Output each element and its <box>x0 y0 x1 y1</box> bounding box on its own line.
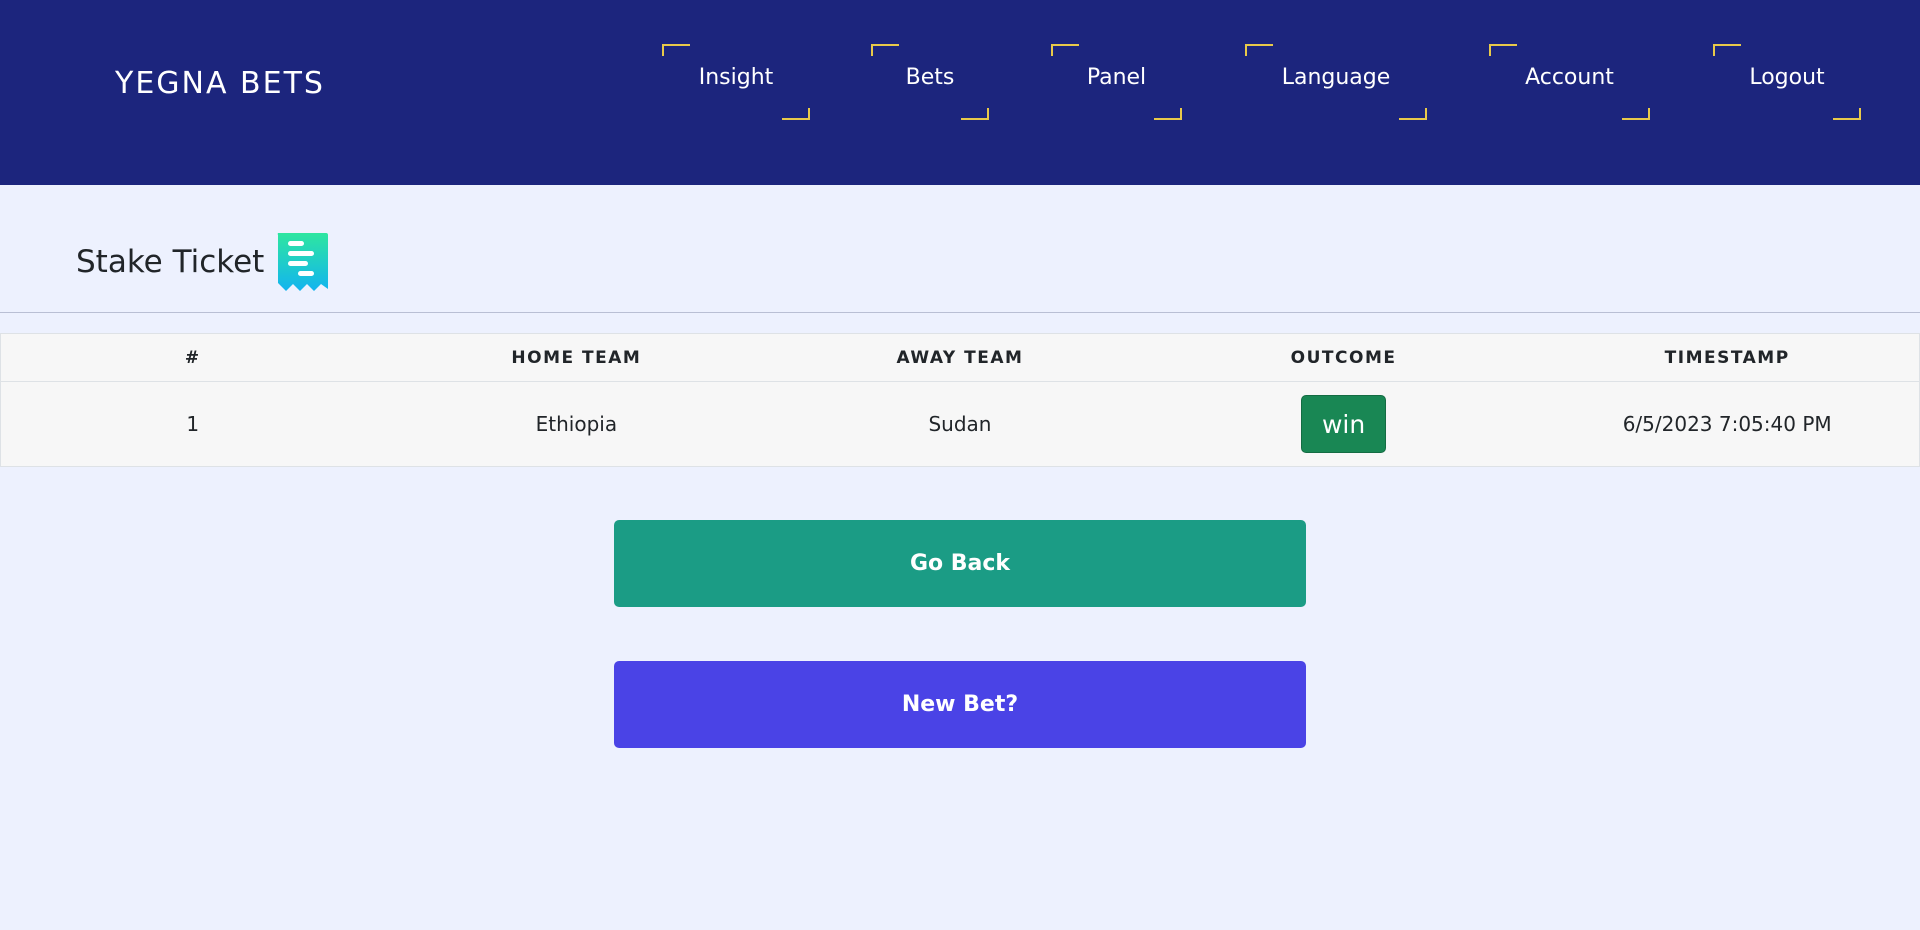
top-navbar: YEGNA BETS Insight Bets Panel Language A… <box>0 0 1920 185</box>
nav-corner-decoration <box>1713 44 1741 56</box>
nav-corner-decoration <box>1622 108 1650 120</box>
cell-away-team: Sudan <box>928 412 992 436</box>
nav-corner-decoration <box>1051 44 1079 56</box>
nav-label-panel: Panel <box>1086 65 1147 90</box>
nav-label-insight: Insight <box>698 65 774 90</box>
nav-corner-decoration <box>782 108 810 120</box>
nav-label-logout: Logout <box>1749 65 1825 90</box>
column-header-away-team: AWAY TEAM <box>896 347 1024 368</box>
receipt-icon <box>278 233 329 291</box>
brand-logo-text[interactable]: YEGNA BETS <box>115 66 325 101</box>
nav-corner-decoration <box>1154 108 1182 120</box>
column-header-timestamp: TIMESTAMP <box>1664 347 1790 368</box>
stake-ticket-table: # HOME TEAM AWAY TEAM OUTCOME TIMESTAMP … <box>0 333 1920 467</box>
column-header-index: # <box>184 347 201 368</box>
new-bet-button[interactable]: New Bet? <box>614 661 1306 748</box>
nav-item-panel[interactable]: Panel <box>1051 44 1182 120</box>
column-header-home-team: HOME TEAM <box>511 347 642 368</box>
nav-item-language[interactable]: Language <box>1245 44 1427 120</box>
nav-label-language: Language <box>1281 65 1391 90</box>
nav-corner-decoration <box>1245 44 1273 56</box>
outcome-badge: win <box>1300 395 1387 453</box>
nav-corner-decoration <box>1489 44 1517 56</box>
cell-outcome: win <box>1152 382 1536 466</box>
nav-item-insight[interactable]: Insight <box>662 44 810 120</box>
table-row: 1 Ethiopia Sudan win 6/5/2023 7:05:40 PM <box>1 382 1919 466</box>
cell-index: 1 <box>186 412 200 436</box>
nav-label-bets: Bets <box>905 65 955 90</box>
nav-item-bets[interactable]: Bets <box>871 44 989 120</box>
nav-corner-decoration <box>1399 108 1427 120</box>
page-header: Stake Ticket <box>76 231 330 293</box>
section-divider <box>0 312 1920 313</box>
nav-item-account[interactable]: Account <box>1489 44 1650 120</box>
nav-label-account: Account <box>1525 65 1614 90</box>
cell-home-team: Ethiopia <box>535 412 618 436</box>
nav-corner-decoration <box>662 44 690 56</box>
go-back-button[interactable]: Go Back <box>614 520 1306 607</box>
column-header-outcome: OUTCOME <box>1290 347 1397 368</box>
table-header-row: # HOME TEAM AWAY TEAM OUTCOME TIMESTAMP <box>1 334 1919 382</box>
nav-corner-decoration <box>871 44 899 56</box>
nav-corner-decoration <box>1833 108 1861 120</box>
nav-item-logout[interactable]: Logout <box>1713 44 1861 120</box>
nav-corner-decoration <box>961 108 989 120</box>
cell-timestamp: 6/5/2023 7:05:40 PM <box>1622 412 1832 436</box>
page-title: Stake Ticket <box>76 244 265 280</box>
